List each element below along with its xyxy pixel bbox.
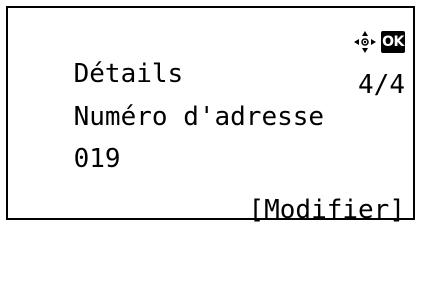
value-row: 019 (11, 111, 405, 174)
softkey-row: [Modifier] (11, 194, 405, 226)
field-row: Numéro d'adresse 4/4 (11, 69, 405, 132)
arrow-keys-icon (354, 31, 376, 53)
modify-softkey[interactable]: [Modifier] (248, 194, 405, 226)
address-number-value: 019 (73, 144, 121, 174)
title-row: Détails OK (11, 26, 405, 89)
page-indicator: 4/4 (358, 70, 405, 100)
key-hints: OK (353, 28, 405, 56)
ok-key-icon: OK (381, 31, 405, 53)
lcd-screen: Détails OK Numéro d'adresse 4/4 019 [Mod… (6, 6, 415, 225)
